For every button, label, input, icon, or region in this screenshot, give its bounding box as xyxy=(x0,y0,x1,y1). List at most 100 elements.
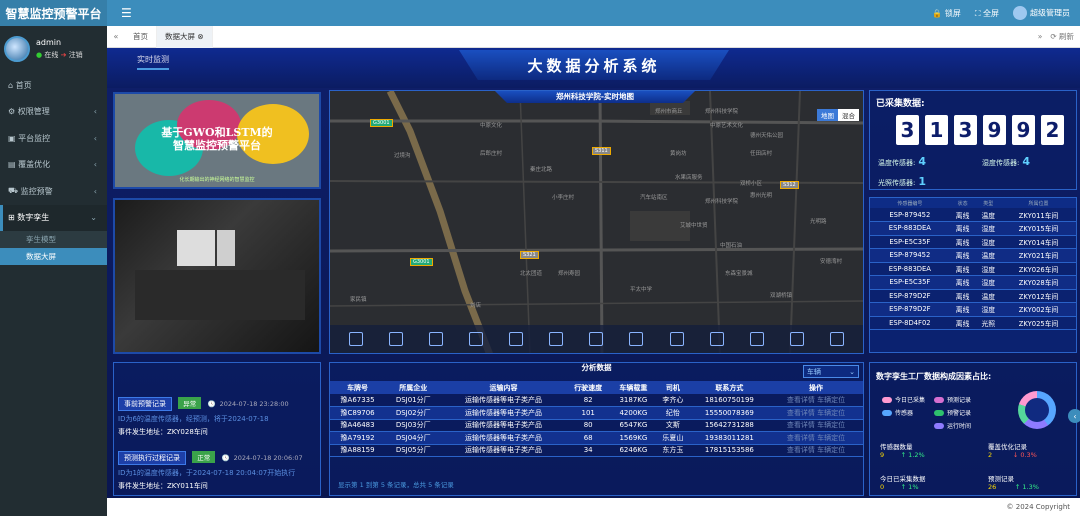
collapse-icon[interactable] xyxy=(429,332,444,346)
status-badge: 异常 xyxy=(178,397,202,409)
close-icon[interactable]: ⊗ xyxy=(197,32,203,41)
user-menu[interactable]: 超级管理员 xyxy=(1013,6,1070,20)
fit-view-icon[interactable] xyxy=(349,332,364,346)
sidebar-item-digital-twin[interactable]: ⊞ 数字孪生 ⌄ xyxy=(0,204,107,231)
table-cell: 东方玉 xyxy=(655,444,690,457)
legend-swatch xyxy=(934,396,944,403)
map-switch-hybrid[interactable]: 混合 xyxy=(838,109,859,121)
realtime-map[interactable]: 郑州科技学院-实时地图 地图 混合 G3001 S311 G3001 S321 … xyxy=(329,90,864,354)
table-cell: ESP-879D2F xyxy=(870,302,950,317)
humidity-sensor-count: 湿度传感器: 4 xyxy=(982,155,1030,168)
vehicle-icon[interactable] xyxy=(549,332,564,346)
column-header: 联系方式 xyxy=(689,381,769,394)
map-label: 后郎庄村 xyxy=(480,151,503,157)
table-cell: 离线 xyxy=(949,208,976,222)
analysis-title: 分析数据 xyxy=(581,363,612,372)
tab-scroll-left-icon[interactable]: « xyxy=(107,32,125,41)
building-icon[interactable] xyxy=(669,332,684,346)
data-type-select[interactable]: 车辆 ⌄ xyxy=(803,365,859,378)
table-cell: 运输传感器等电子类产品 xyxy=(441,419,566,432)
sync-icon[interactable] xyxy=(829,332,844,346)
sidebar-item-home[interactable]: ⌂ 首页 xyxy=(0,72,107,99)
table-cell: 豫A88159 xyxy=(330,444,386,457)
table-cell: 3187KG xyxy=(610,394,656,407)
sidebar-item-label: 覆盖优化 xyxy=(18,160,51,170)
table-cell: 李齐心 xyxy=(655,394,690,407)
logout-icon[interactable]: ➔ xyxy=(61,51,67,59)
slide-title: 基于GWO和LSTM的 智慧监控预警平台 xyxy=(115,126,319,152)
logout-link[interactable]: 注销 xyxy=(69,51,83,59)
stat-sensor-count: 传感器数量 9 ↑ 1.2% xyxy=(880,441,925,459)
table-cell: ESP-8D4F02 xyxy=(870,316,950,330)
sidebar-item-warning[interactable]: ⛟ 监控预警 ‹ xyxy=(0,178,107,205)
pre-warning-button[interactable]: 事前预警记录 xyxy=(118,397,172,411)
refresh-button[interactable]: ⟳ 刷新 xyxy=(1050,31,1074,42)
avatar xyxy=(4,36,30,62)
table-cell: 温度 xyxy=(975,248,1002,263)
collected-data-panel: 已采集数据: 3 1 3 9 9 2 温度传感器: 4 湿度传感器: 4 光照传感器… xyxy=(869,90,1077,190)
alert-description: ID为1的温度传感器，于2024-07-18 20:04:07开始执行 xyxy=(118,469,296,477)
map-label: 中国石油 xyxy=(720,243,743,249)
camera-window xyxy=(177,230,215,266)
column-header: 传感器编号 xyxy=(870,198,950,208)
alert-location: 事件发生地址：ZKY028车间 xyxy=(118,428,208,436)
road-badge: S312 xyxy=(780,181,799,189)
table-row: ESP-883DEA 离线 湿度 ZKY026车间 xyxy=(870,262,1076,276)
row-actions-link[interactable]: 查看详情 车辆定位 xyxy=(768,444,863,457)
table-cell: 离线 xyxy=(949,235,976,249)
stat-trend: ↑ 1.3% xyxy=(1014,483,1039,491)
table-cell: 豫A67335 xyxy=(330,394,386,407)
map-title: 郑州科技学院-实时地图 xyxy=(495,91,695,103)
slide-title-line1: 基于GWO和LSTM的 xyxy=(161,126,273,139)
table-cell: 离线 xyxy=(949,302,976,317)
table-cell: 运输传感器等电子类产品 xyxy=(441,431,566,445)
table-cell: 湿度 xyxy=(975,262,1002,276)
collected-counter: 3 1 3 9 9 2 xyxy=(896,115,1064,145)
truck-icon[interactable] xyxy=(789,332,804,346)
fullscreen-button[interactable]: ⛶ 全屏 xyxy=(975,8,999,19)
camera-window xyxy=(217,230,235,266)
lock-screen-button[interactable]: 🔒 锁屏 xyxy=(932,8,961,19)
sidebar-item-label: 平台监控 xyxy=(18,133,51,143)
bar-chart-icon[interactable] xyxy=(749,332,764,346)
sensor-table: 传感器编号 状态 类型 所属位置 ESP-879452 离线 温度 ZKY011车间 E… xyxy=(869,197,1077,353)
table-row: ESP-879D2F 离线 湿度 ZKY002车间 xyxy=(870,302,1076,317)
sidebar-sub-twin-model[interactable]: 孪生模型 xyxy=(0,231,107,248)
tab-realtime[interactable]: 实时监测 xyxy=(137,54,169,70)
chevron-left-icon[interactable]: ‹ xyxy=(1068,409,1080,423)
user-panel: admin ● 在线 ➔ 注销 xyxy=(0,26,107,72)
row-actions-link[interactable]: 查看详情 车辆定位 xyxy=(768,431,863,445)
sidebar-item-platform-monitor[interactable]: ▣ 平台监控 ‹ xyxy=(0,125,107,152)
sidebar-item-label: 权限管理 xyxy=(17,107,50,117)
sidebar-item-permissions[interactable]: ⚙ 权限管理 ‹ xyxy=(0,99,107,126)
map-label: 小李庄村 xyxy=(552,195,575,201)
back-icon[interactable] xyxy=(469,332,484,346)
table-cell: ZKY011车间 xyxy=(1001,208,1076,222)
map-type-switch[interactable]: 地图 混合 xyxy=(817,109,859,121)
tab-scroll-right-icon[interactable]: » xyxy=(1038,32,1043,41)
globe-icon[interactable] xyxy=(589,332,604,346)
tab-home[interactable]: 首页 xyxy=(125,25,157,48)
row-actions-link[interactable]: 查看详情 车辆定位 xyxy=(768,394,863,407)
row-actions-link[interactable]: 查看详情 车辆定位 xyxy=(768,406,863,420)
map-switch-map[interactable]: 地图 xyxy=(817,109,838,121)
prediction-record-button[interactable]: 预测执行过程记录 xyxy=(118,451,186,465)
table-cell: 34 xyxy=(565,444,611,457)
sidebar-sub-data-screen[interactable]: 数据大屏 xyxy=(0,248,107,265)
alert-records-panel: 事前预警记录 异常 🕓 2024-07-18 23:28:00 ID为6的温度传感… xyxy=(113,362,321,496)
stat-trend: ↑ 1% xyxy=(900,483,919,491)
table-cell: 豫C89706 xyxy=(330,406,386,420)
chevron-left-icon: ‹ xyxy=(93,186,97,196)
legend-item: 运行时间 xyxy=(934,421,971,430)
table-cell: ZKY012车间 xyxy=(1001,289,1076,303)
tab-data-screen[interactable]: 数据大屏 ⊗ xyxy=(157,25,213,48)
forward-icon[interactable] xyxy=(509,332,524,346)
expand-icon[interactable] xyxy=(389,332,404,346)
sidebar-item-coverage[interactable]: ▤ 覆盖优化 ‹ xyxy=(0,152,107,179)
chat-icon[interactable] xyxy=(629,332,644,346)
flask-icon[interactable] xyxy=(709,332,724,346)
hamburger-menu-icon[interactable]: ☰ xyxy=(121,6,132,20)
row-actions-link[interactable]: 查看详情 车辆定位 xyxy=(768,419,863,432)
user-name: admin xyxy=(36,38,62,47)
table-cell: 运输传感器等电子类产品 xyxy=(441,406,566,420)
